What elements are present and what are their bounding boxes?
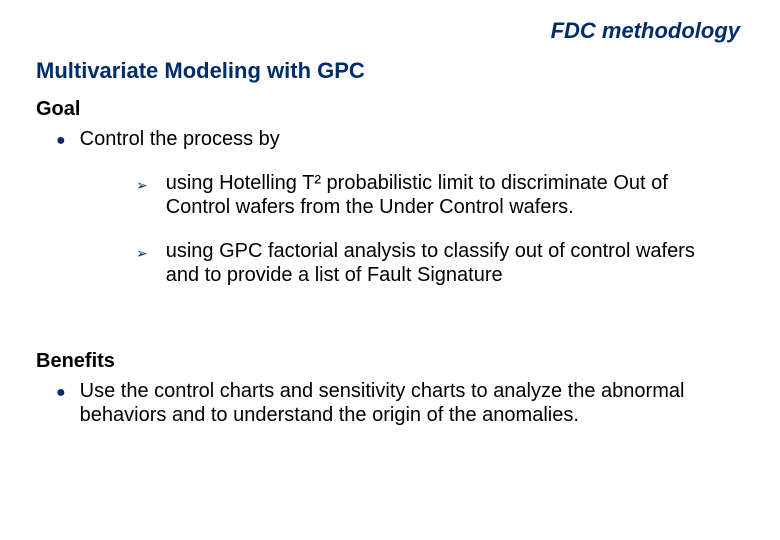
arrow-icon: ➢ <box>136 241 148 265</box>
goal-sub-item: ➢ using Hotelling T² probabilistic limit… <box>136 171 730 219</box>
benefits-bullet-text: Use the control charts and sensitivity c… <box>80 379 750 427</box>
goal-sub-text-1: using GPC factorial analysis to classify… <box>166 239 730 287</box>
page-header: FDC methodology <box>551 18 740 44</box>
slide: FDC methodology Multivariate Modeling wi… <box>0 0 780 540</box>
goal-sub-text-0: using Hotelling T² probabilistic limit t… <box>166 171 730 219</box>
goal-section: Goal ● Control the process by ➢ using Ho… <box>36 98 750 307</box>
goal-sub-item: ➢ using GPC factorial analysis to classi… <box>136 239 730 287</box>
benefits-bullet-row: ● Use the control charts and sensitivity… <box>36 379 750 427</box>
arrow-icon: ➢ <box>136 173 148 197</box>
goal-heading: Goal <box>36 98 750 121</box>
benefits-heading: Benefits <box>36 350 750 373</box>
goal-sub-list: ➢ using Hotelling T² probabilistic limit… <box>136 171 730 287</box>
slide-subtitle: Multivariate Modeling with GPC <box>36 58 365 84</box>
bullet-icon: ● <box>56 381 66 405</box>
goal-bullet-row: ● Control the process by <box>36 127 750 153</box>
benefits-section: Benefits ● Use the control charts and se… <box>36 350 750 427</box>
goal-bullet-text: Control the process by <box>80 127 280 151</box>
bullet-icon: ● <box>56 129 66 153</box>
